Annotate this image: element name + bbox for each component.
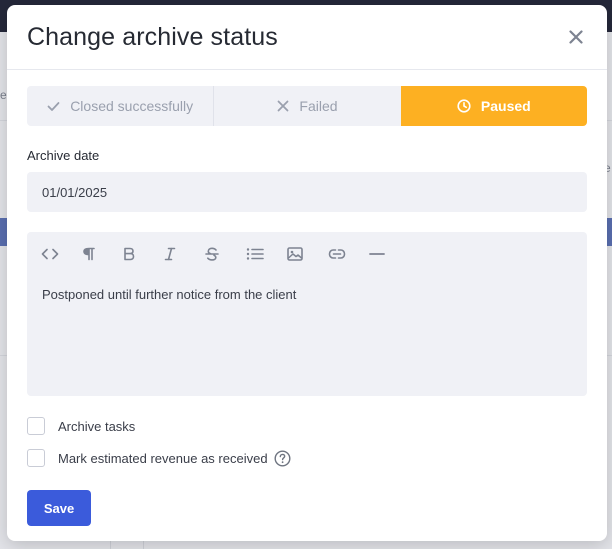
link-button[interactable] <box>322 242 363 266</box>
help-button[interactable] <box>274 449 291 467</box>
strikethrough-button[interactable] <box>199 242 240 266</box>
paragraph-icon <box>83 247 95 261</box>
background-edge-text: e <box>0 88 7 102</box>
bold-button[interactable] <box>117 242 158 266</box>
save-button[interactable]: Save <box>27 490 91 526</box>
strikethrough-icon <box>205 247 219 261</box>
archive-date-label: Archive date <box>27 148 100 163</box>
status-closed-successfully-button[interactable]: Closed successfully <box>27 86 214 126</box>
code-button[interactable] <box>35 242 76 266</box>
code-icon <box>41 248 59 260</box>
image-button[interactable] <box>281 242 322 266</box>
status-label: Paused <box>480 98 531 114</box>
question-circle-icon <box>274 449 291 467</box>
dialog-title: Change archive status <box>27 23 278 51</box>
link-icon <box>328 249 346 259</box>
check-icon <box>47 101 60 111</box>
clock-icon <box>457 99 471 113</box>
status-paused-button[interactable]: Paused <box>400 86 587 126</box>
paragraph-button[interactable] <box>76 242 117 266</box>
mark-revenue-checkbox[interactable] <box>27 449 45 467</box>
bold-icon <box>124 247 135 261</box>
archive-tasks-label: Archive tasks <box>58 418 136 434</box>
status-label: Closed successfully <box>70 98 194 114</box>
archive-tasks-checkbox[interactable] <box>27 417 45 435</box>
archive-tasks-option: Archive tasks <box>27 416 135 436</box>
archive-date-input[interactable] <box>27 172 587 212</box>
close-icon <box>569 30 583 44</box>
bullet-list-icon <box>246 248 264 260</box>
status-label: Failed <box>299 98 338 114</box>
mark-revenue-option: Mark estimated revenue as received <box>27 448 291 468</box>
italic-icon <box>164 247 176 261</box>
status-failed-button[interactable]: Failed <box>213 86 401 126</box>
horizontal-rule-icon <box>369 253 385 255</box>
editor-content[interactable]: Postponed until further notice from the … <box>42 287 296 302</box>
dialog-header: Change archive status <box>7 5 607 70</box>
mark-revenue-label: Mark estimated revenue as received <box>58 450 268 466</box>
notes-editor[interactable]: Postponed until further notice from the … <box>27 232 587 396</box>
x-icon <box>278 100 289 112</box>
status-segmented-control: Closed successfully Failed Paused <box>27 86 587 126</box>
horizontal-rule-button[interactable] <box>363 242 404 266</box>
italic-button[interactable] <box>158 242 199 266</box>
close-button[interactable] <box>565 26 587 48</box>
image-icon <box>287 247 303 261</box>
bullet-list-button[interactable] <box>240 242 281 266</box>
archive-status-dialog: Change archive status Closed successfull… <box>7 5 607 541</box>
editor-toolbar <box>35 242 404 266</box>
